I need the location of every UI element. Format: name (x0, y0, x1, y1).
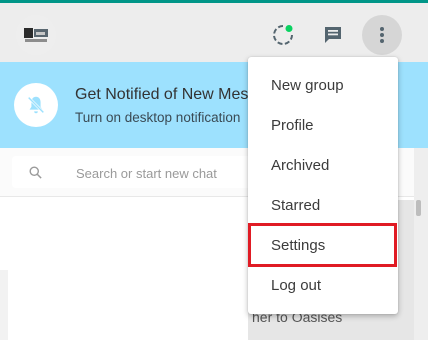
menu-item-settings[interactable]: Settings (248, 226, 398, 266)
options-menu: New group Profile Archived Starred Setti… (248, 57, 398, 314)
search-input[interactable] (74, 162, 268, 184)
more-vertical-icon[interactable] (362, 15, 402, 55)
chat-list-edge (0, 270, 8, 340)
search-box[interactable] (12, 156, 272, 188)
search-icon (28, 165, 43, 185)
status-icon[interactable] (263, 15, 303, 55)
menu-item-archived[interactable]: Archived (248, 146, 398, 186)
avatar-image (16, 15, 56, 55)
menu-item-starred[interactable]: Starred (248, 186, 398, 226)
menu-item-new-group[interactable]: New group (248, 66, 398, 106)
app-header (0, 3, 428, 62)
menu-item-profile[interactable]: Profile (248, 106, 398, 146)
profile-avatar[interactable] (16, 15, 56, 55)
scrollbar-track (414, 148, 428, 340)
notification-title: Get Notified of New Mes (75, 86, 249, 103)
menu-item-log-out[interactable]: Log out (248, 266, 398, 306)
scrollbar-thumb[interactable] (416, 200, 421, 216)
bell-off-icon (14, 83, 58, 127)
notification-subtitle[interactable]: Turn on desktop notification (75, 110, 240, 125)
new-chat-icon[interactable] (313, 15, 353, 55)
